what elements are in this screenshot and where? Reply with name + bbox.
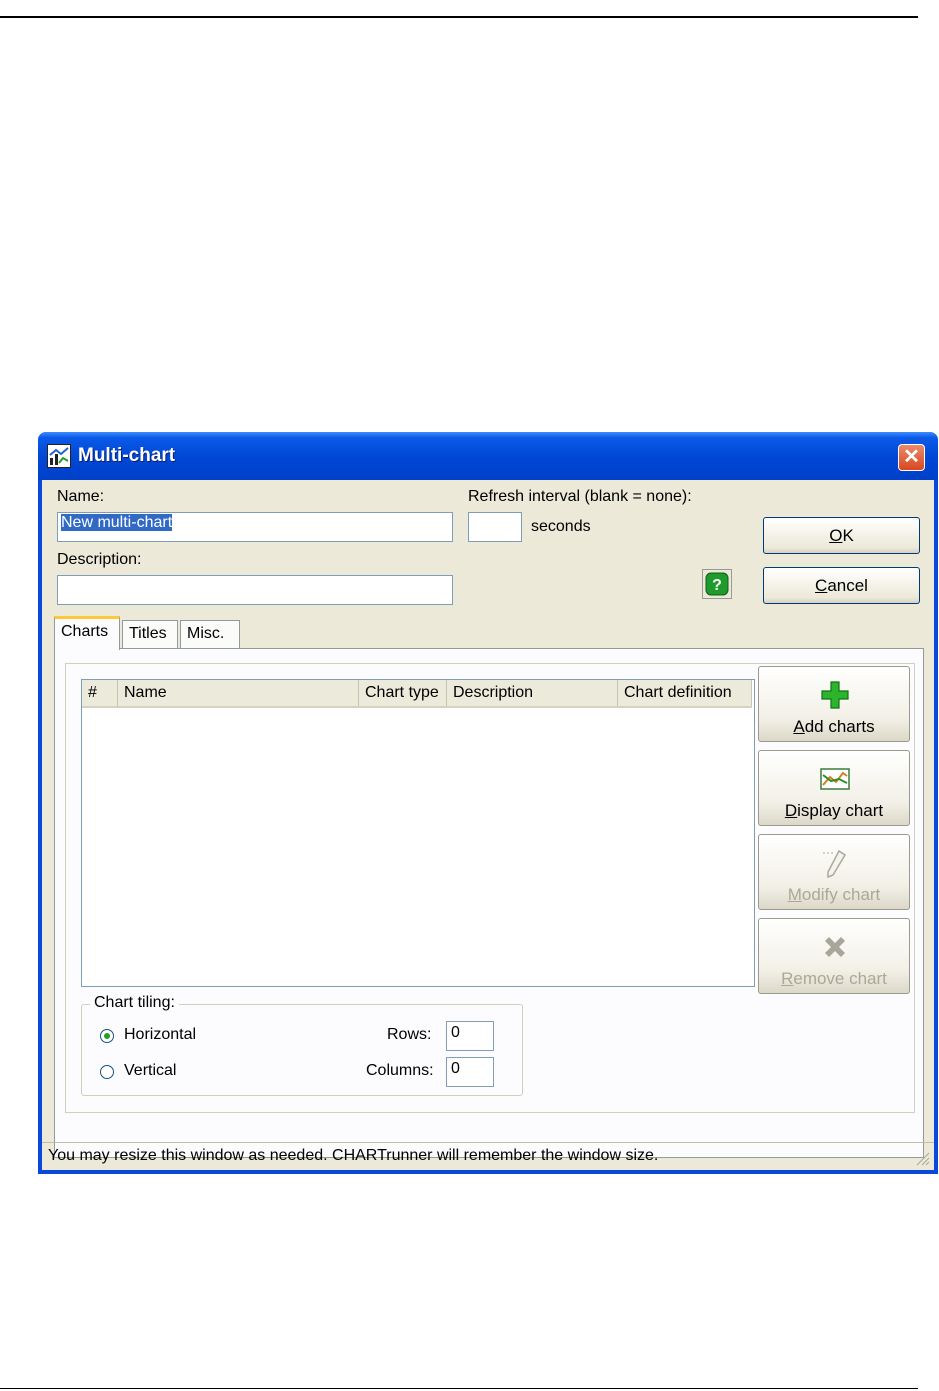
tab-titles[interactable]: Titles	[122, 620, 178, 648]
cancel-label: ancel	[827, 576, 868, 595]
column-description[interactable]: Description	[447, 680, 618, 706]
close-button[interactable]: ✕	[898, 444, 925, 471]
seconds-label: seconds	[531, 518, 591, 535]
help-icon: ?	[705, 572, 729, 596]
charts-tab-panel: # Name Chart type Description Chart defi…	[54, 648, 924, 1158]
column-number[interactable]: #	[82, 680, 118, 706]
ok-accelerator: O	[829, 526, 843, 545]
help-button[interactable]: ?	[702, 569, 732, 599]
charts-frame: # Name Chart type Description Chart defi…	[65, 663, 915, 1113]
display-chart-label: Display chart	[784, 801, 884, 820]
cancel-button[interactable]: Cancel	[763, 567, 920, 604]
dialog-client-area: Name: New multi-chart Description: Refre…	[42, 480, 934, 1170]
tab-charts[interactable]: Charts	[54, 616, 120, 650]
vertical-label[interactable]: Vertical	[124, 1062, 176, 1080]
title-bar[interactable]: Multi-chart ✕	[38, 432, 938, 480]
charts-list-header: # Name Chart type Description Chart defi…	[82, 680, 752, 708]
chart-tiling-group: Chart tiling: Horizontal Vertical Rows: …	[81, 994, 523, 1096]
charts-list[interactable]: # Name Chart type Description Chart defi…	[81, 679, 755, 987]
plus-icon	[821, 681, 849, 709]
tab-misc[interactable]: Misc.	[180, 620, 240, 648]
description-label: Description:	[57, 551, 142, 568]
horizontal-radio[interactable]	[100, 1029, 114, 1043]
columns-input[interactable]: 0	[446, 1057, 494, 1087]
page-top-rule	[0, 16, 918, 18]
description-field[interactable]	[57, 575, 453, 605]
ok-button[interactable]: OK	[763, 517, 920, 554]
name-field-value: New multi-chart	[61, 514, 173, 531]
refresh-interval-field[interactable]	[468, 512, 522, 542]
tab-charts-label: Charts	[61, 623, 109, 640]
add-charts-button[interactable]: Add charts	[758, 666, 910, 742]
cancel-accelerator: C	[815, 576, 828, 595]
column-name[interactable]: Name	[118, 680, 359, 706]
chart-tiling-legend: Chart tiling:	[90, 994, 179, 1012]
svg-text:?: ?	[712, 577, 722, 594]
vertical-radio[interactable]	[100, 1065, 114, 1079]
page-bottom-rule	[0, 1388, 918, 1389]
window-title: Multi-chart	[78, 445, 176, 466]
tab-misc-label: Misc.	[187, 625, 225, 642]
display-chart-button[interactable]: Display chart	[758, 750, 910, 826]
chart-icon	[47, 444, 71, 468]
name-field[interactable]: New multi-chart	[57, 512, 453, 542]
tab-titles-label: Titles	[129, 625, 167, 642]
rows-input[interactable]: 0	[446, 1021, 494, 1051]
remove-x-icon	[825, 937, 845, 957]
add-charts-label: Add charts	[793, 717, 875, 736]
horizontal-label[interactable]: Horizontal	[124, 1026, 196, 1044]
status-bar: You may resize this window as needed. CH…	[42, 1142, 934, 1170]
pencil-icon	[823, 849, 847, 879]
rows-label: Rows:	[387, 1026, 432, 1043]
modify-chart-button[interactable]: Modify chart	[758, 834, 910, 910]
ok-label: K	[842, 526, 854, 545]
name-label: Name:	[57, 488, 105, 505]
multi-chart-window: Multi-chart ✕ Name: New multi-chart Desc…	[38, 432, 938, 1174]
close-icon: ✕	[903, 446, 920, 468]
remove-chart-button[interactable]: Remove chart	[758, 918, 910, 994]
refresh-interval-label: Refresh interval (blank = none):	[468, 488, 692, 505]
rows-value: 0	[451, 1024, 460, 1041]
column-chart-type[interactable]: Chart type	[359, 680, 447, 706]
modify-chart-label: Modify chart	[787, 885, 881, 904]
column-chart-definition[interactable]: Chart definition	[618, 680, 752, 706]
remove-chart-label: Remove chart	[781, 969, 887, 988]
columns-label: Columns:	[366, 1062, 434, 1079]
chart-display-icon	[820, 768, 850, 790]
status-text: You may resize this window as needed. CH…	[48, 1147, 659, 1164]
resize-grip-icon[interactable]	[914, 1150, 930, 1166]
columns-value: 0	[451, 1060, 460, 1077]
